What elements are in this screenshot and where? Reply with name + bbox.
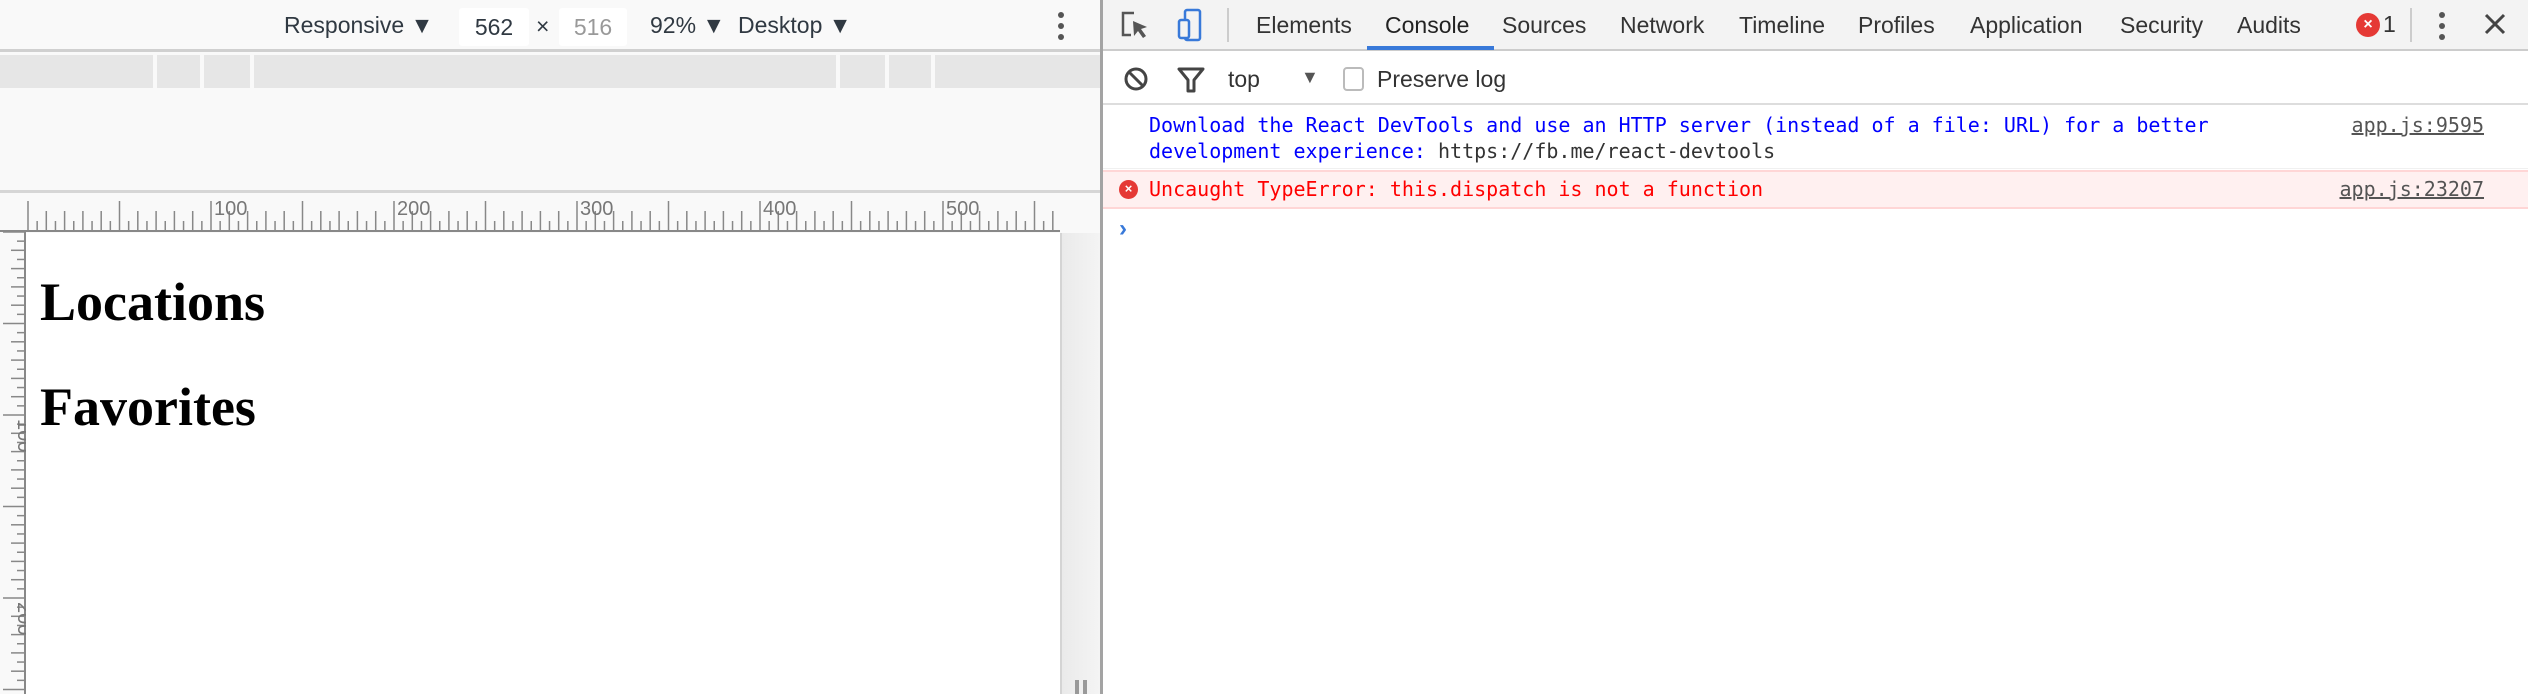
active-tab-indicator bbox=[1367, 46, 1494, 50]
horizontal-ruler: 100 200 300 400 500 bbox=[0, 198, 1060, 232]
message-text: Download the React DevTools and use an H… bbox=[1149, 113, 2209, 137]
console-prompt-icon[interactable]: › bbox=[1119, 215, 1127, 243]
tab-network[interactable]: Network bbox=[1620, 12, 1704, 39]
height-input[interactable]: 516 bbox=[559, 8, 627, 46]
message-text: development experience: bbox=[1149, 139, 1426, 163]
device-toolbar: Responsive ▼ 562 × 516 92% ▼ Desktop ▼ bbox=[0, 0, 1101, 52]
media-query-bar[interactable] bbox=[0, 55, 1101, 88]
toolbar-divider bbox=[2410, 8, 2412, 42]
media-query-divider bbox=[200, 55, 204, 88]
ruler-label: 200 bbox=[397, 198, 430, 220]
more-options-icon[interactable] bbox=[1053, 10, 1069, 42]
context-dropdown-icon[interactable]: ▼ bbox=[1301, 67, 1319, 88]
preserve-log-checkbox[interactable] bbox=[1343, 67, 1364, 91]
tab-profiles[interactable]: Profiles bbox=[1858, 12, 1935, 39]
ruler-label: 100 bbox=[214, 198, 247, 220]
error-icon: × bbox=[1119, 180, 1138, 199]
vertical-ruler: 100 200 bbox=[3, 232, 26, 694]
clear-console-icon[interactable] bbox=[1123, 66, 1149, 97]
ruler-label: 300 bbox=[580, 198, 613, 220]
tab-audits[interactable]: Audits bbox=[2237, 12, 2301, 39]
page-viewport: Locations Favorites bbox=[26, 233, 1060, 694]
tab-sources[interactable]: Sources bbox=[1502, 12, 1586, 39]
tab-console[interactable]: Console bbox=[1385, 12, 1469, 39]
resize-handle[interactable] bbox=[1075, 680, 1079, 694]
console-message-error: × Uncaught TypeError: this.dispatch is n… bbox=[1103, 170, 2528, 209]
media-query-divider bbox=[885, 55, 889, 88]
context-select[interactable]: top bbox=[1228, 66, 1260, 93]
inspect-element-icon[interactable] bbox=[1120, 10, 1150, 47]
times-sign: × bbox=[536, 13, 550, 39]
message-url[interactable]: https://fb.me/react-devtools bbox=[1438, 139, 1775, 163]
toolbar-divider bbox=[1227, 8, 1229, 42]
media-query-divider bbox=[836, 55, 840, 88]
ruler-label: 500 bbox=[946, 198, 979, 220]
devtools-tabbar: Elements Console Sources Network Timeline Pro… bbox=[1103, 0, 2528, 51]
tab-application[interactable]: Application bbox=[1970, 12, 2083, 39]
console-toolbar: top ▼ Preserve log bbox=[1103, 53, 2528, 105]
mode-select[interactable]: Desktop ▼ bbox=[738, 12, 852, 39]
filter-icon[interactable] bbox=[1177, 66, 1205, 99]
device-select[interactable]: Responsive ▼ bbox=[284, 12, 433, 39]
mode-label: Desktop bbox=[738, 12, 823, 38]
devtools-menu-icon[interactable] bbox=[2434, 10, 2450, 47]
viewport-scrollbar[interactable] bbox=[1060, 233, 1100, 694]
resize-handle[interactable] bbox=[1083, 680, 1087, 694]
preserve-log-label[interactable]: Preserve log bbox=[1377, 66, 1506, 93]
ruler-label: 400 bbox=[763, 198, 796, 220]
device-toolbar-toggle-icon[interactable] bbox=[1177, 8, 1203, 47]
message-text-line2: development experience: https://fb.me/re… bbox=[1149, 139, 1775, 163]
media-query-divider bbox=[250, 55, 254, 88]
console-message-log: Download the React DevTools and use an H… bbox=[1103, 107, 2528, 169]
source-link[interactable]: app.js:9595 bbox=[2352, 113, 2484, 137]
close-icon[interactable] bbox=[2483, 12, 2507, 41]
media-query-divider bbox=[153, 55, 157, 88]
error-text: Uncaught TypeError: this.dispatch is not… bbox=[1149, 177, 1764, 201]
heading-locations: Locations bbox=[40, 272, 266, 332]
tab-security[interactable]: Security bbox=[2120, 12, 2203, 39]
device-label: Responsive bbox=[284, 12, 405, 38]
error-count[interactable]: 1 bbox=[2383, 11, 2396, 38]
error-icon[interactable]: × bbox=[2356, 13, 2380, 37]
zoom-select[interactable]: 92% ▼ bbox=[650, 12, 725, 39]
source-link[interactable]: app.js:23207 bbox=[2340, 177, 2485, 201]
media-query-divider bbox=[931, 55, 935, 88]
zoom-label: 92% bbox=[650, 12, 697, 38]
heading-favorites: Favorites bbox=[40, 377, 256, 437]
tab-timeline[interactable]: Timeline bbox=[1739, 12, 1825, 39]
ruler-label: 200 bbox=[13, 602, 26, 635]
ruler-label: 100 bbox=[13, 419, 26, 452]
width-input[interactable]: 562 bbox=[459, 8, 529, 46]
tab-elements[interactable]: Elements bbox=[1256, 12, 1352, 39]
